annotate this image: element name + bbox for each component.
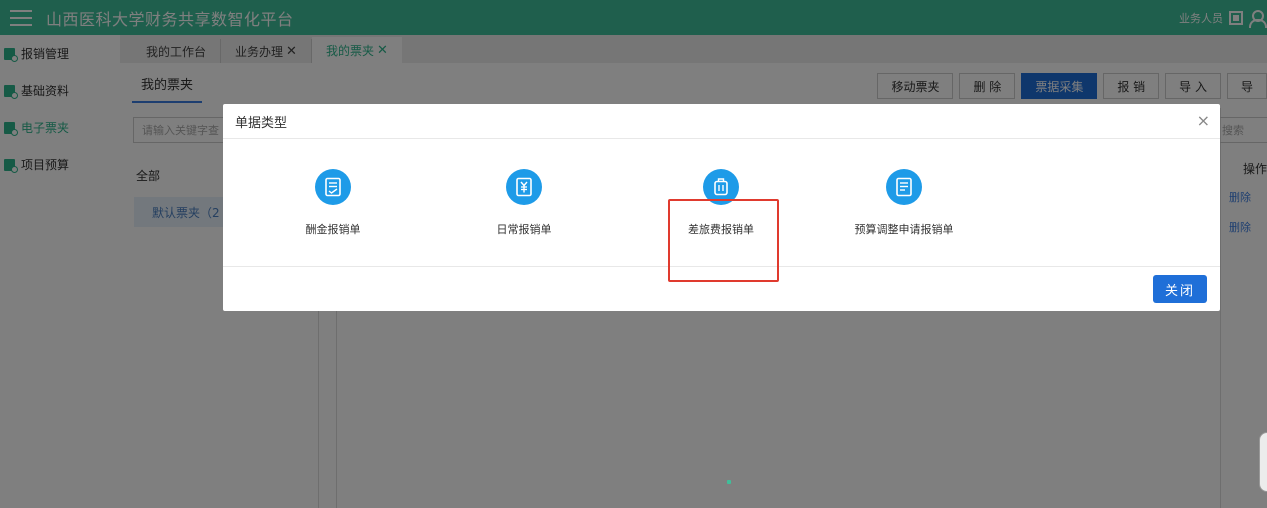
money-document-icon (506, 169, 542, 205)
doc-type-travel[interactable]: 差旅费报销单 (665, 139, 777, 267)
doc-type-daily[interactable]: 日常报销单 (468, 139, 580, 267)
doc-type-remuneration[interactable]: 酬金报销单 (277, 139, 389, 267)
doc-type-label: 酬金报销单 (305, 223, 361, 236)
document-icon (315, 169, 351, 205)
close-icon[interactable]: × (1197, 112, 1210, 130)
dialog-footer: 关闭 (223, 267, 1220, 311)
doc-type-budget-adjustment[interactable]: 预算调整申请报销单 (849, 139, 959, 267)
dialog-body: 酬金报销单 日常报销单 差旅费报销单 预算调整申请报销单 (223, 139, 1220, 282)
doc-type-label: 差旅费报销单 (688, 223, 754, 236)
document-type-dialog: 单据类型 × 酬金报销单 日常报销单 差旅费报销单 预算调整申请报销单 关闭 (223, 104, 1220, 311)
doc-type-label: 预算调整申请报销单 (854, 223, 954, 236)
luggage-icon (703, 169, 739, 205)
mouse-cursor (727, 480, 731, 484)
close-button[interactable]: 关闭 (1153, 275, 1207, 303)
document-icon (886, 169, 922, 205)
dialog-title: 单据类型 (235, 115, 288, 131)
doc-type-label: 日常报销单 (496, 223, 552, 236)
assistant-mascot[interactable] (1259, 432, 1267, 492)
dialog-header: 单据类型 × (223, 104, 1220, 139)
